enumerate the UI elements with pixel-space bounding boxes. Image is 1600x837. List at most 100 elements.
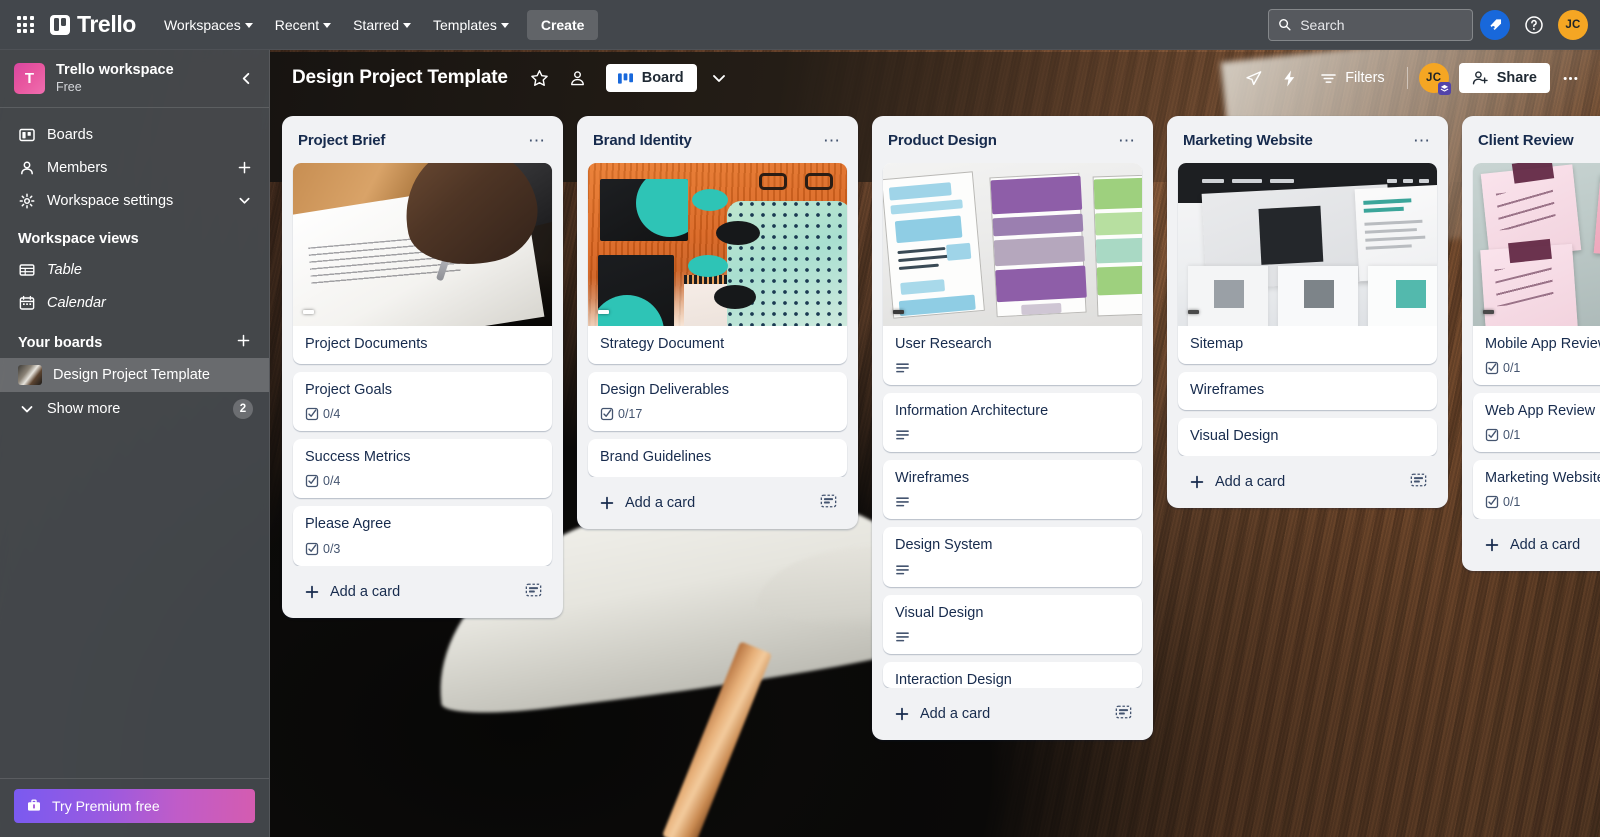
board-view-selector[interactable]: Board [605,64,697,92]
ellipsis-horizontal-icon [1563,76,1577,80]
board-lists-container[interactable]: Project Brief ⋯ Project Documents Projec… [270,106,1600,837]
add-card-button[interactable]: Add a card [1178,462,1437,501]
sidebar-show-more-button[interactable]: Show more 2 [8,392,261,426]
add-board-button[interactable] [236,333,251,352]
add-card-button[interactable]: Add a card [883,694,1142,733]
chevron-down-icon [712,75,725,82]
cover-shape-thumb-3 [1368,266,1437,326]
card-strategy-document[interactable]: Strategy Document [588,163,847,365]
nav-workspaces[interactable]: Workspaces [154,10,263,40]
trello-home-logo[interactable]: Trello [44,7,144,42]
expand-settings-button[interactable] [235,194,253,207]
list-menu-button[interactable]: ⋯ [819,127,845,153]
checklist-count: 0/3 [323,541,341,556]
search-box[interactable] [1268,8,1473,41]
apps-grid-button[interactable] [8,8,42,42]
try-premium-free-label: Try Premium free [52,798,160,814]
board-header: Design Project Template Board Filters JC… [270,50,1600,106]
jira-switcher-button[interactable] [1480,9,1510,40]
sidebar-board-design-project-template[interactable]: Design Project Template [0,358,269,392]
list-menu-button[interactable]: ⋯ [1409,127,1435,153]
list-header: Client Review ⋯ [1467,125,1600,163]
card-cover-brand-mockup [588,163,847,326]
board-filters-button[interactable]: Filters [1309,63,1395,93]
card-body: Project Documents [293,326,552,364]
card-body: Success Metrics 0/4 [293,439,552,498]
board-view-dropdown-button[interactable] [703,62,735,94]
sidebar-item-workspace-settings[interactable]: Workspace settings [8,184,261,217]
add-card-label: Add a card [625,495,696,512]
nav-templates[interactable]: Templates [423,10,519,40]
help-button[interactable] [1517,8,1551,42]
card-body: Visual Design [1178,418,1437,456]
add-card-button[interactable]: Add a card [1473,525,1600,564]
board-share-button[interactable]: Share [1458,63,1550,93]
card-visual-design[interactable]: Visual Design [883,594,1142,654]
board-automation-button[interactable] [1273,62,1305,94]
cover-shape-business-card [600,179,688,241]
card-please-agree[interactable]: Please Agree 0/3 [293,506,552,566]
card-body: Mobile App Review 0/1 [1473,326,1600,385]
add-card-button[interactable]: Add a card [588,483,847,522]
create-button[interactable]: Create [526,9,599,40]
nav-starred[interactable]: Starred [343,10,421,40]
card-design-deliverables[interactable]: Design Deliverables 0/17 [588,372,847,432]
workspace-name: Trello workspace [56,61,174,78]
collapse-sidebar-button[interactable] [233,66,259,92]
search-input[interactable] [1300,16,1463,33]
card-template-button[interactable] [820,493,837,513]
nav-templates-label: Templates [433,16,497,33]
plus-icon [237,334,250,347]
card-mobile-app-review[interactable]: Mobile App Review 0/1 [1473,163,1600,386]
star-outline-icon [531,69,549,86]
add-card-button[interactable]: Add a card [293,572,552,611]
sidebar-view-calendar[interactable]: Calendar [8,286,261,319]
card-visual-design-marketing[interactable]: Visual Design [1178,418,1437,457]
send-plane-icon [1246,70,1262,85]
card-wireframes[interactable]: Wireframes [883,460,1142,520]
card-sitemap[interactable]: Sitemap [1178,163,1437,365]
card-title: Sitemap [1190,336,1244,352]
card-web-app-review[interactable]: Web App Review 0/1 [1473,393,1600,453]
checklist-icon [600,408,614,421]
card-project-documents[interactable]: Project Documents [293,163,552,365]
board-rocket-button[interactable] [1237,62,1269,94]
workspace-sidebar: T Trello workspace Free Boards Members W… [0,50,270,837]
card-template-button[interactable] [525,582,542,602]
card-user-research[interactable]: User Research [883,163,1142,386]
add-member-button[interactable] [235,160,253,175]
checklist-icon [305,408,319,421]
card-title: Marketing Website Review [1485,470,1600,487]
card-interaction-design[interactable]: Interaction Design [883,661,1142,688]
card-template-button[interactable] [1410,472,1427,492]
card-body: Design System [883,527,1142,586]
card-wireframes-marketing[interactable]: Wireframes [1178,372,1437,411]
user-avatar[interactable]: JC [1558,9,1588,40]
card-body: Brand Guidelines [588,439,847,477]
card-brand-guidelines[interactable]: Brand Guidelines [588,439,847,478]
board-visibility-button[interactable] [562,62,594,94]
sidebar-view-table[interactable]: Table [8,253,261,286]
list-cards: Strategy Document Design Deliverables 0/… [582,163,853,478]
add-card-label: Add a card [1215,474,1286,491]
trello-mark-icon [50,14,70,35]
list-menu-button[interactable]: ⋯ [1114,127,1140,153]
card-information-architecture[interactable]: Information Architecture [883,393,1142,453]
card-title: Visual Design [1190,428,1279,445]
try-premium-free-button[interactable]: Try Premium free [14,789,255,823]
card-project-goals[interactable]: Project Goals 0/4 [293,372,552,432]
card-template-button[interactable] [1115,704,1132,724]
list-menu-button[interactable]: ⋯ [524,127,550,153]
card-success-metrics[interactable]: Success Metrics 0/4 [293,439,552,499]
list-project-brief: Project Brief ⋯ Project Documents Projec… [282,116,563,618]
card-design-system[interactable]: Design System [883,527,1142,587]
nav-recent[interactable]: Recent [265,10,341,40]
plus-icon [1485,539,1499,552]
top-navigation-bar: Trello Workspaces Recent Starred Templat… [0,0,1600,50]
sidebar-item-boards[interactable]: Boards [8,118,261,151]
board-more-menu-button[interactable] [1554,62,1586,94]
star-board-button[interactable] [524,62,556,94]
sidebar-item-members[interactable]: Members [8,151,261,184]
card-marketing-website-review[interactable]: Marketing Website Review 0/1 [1473,460,1600,520]
description-badge [895,630,910,644]
